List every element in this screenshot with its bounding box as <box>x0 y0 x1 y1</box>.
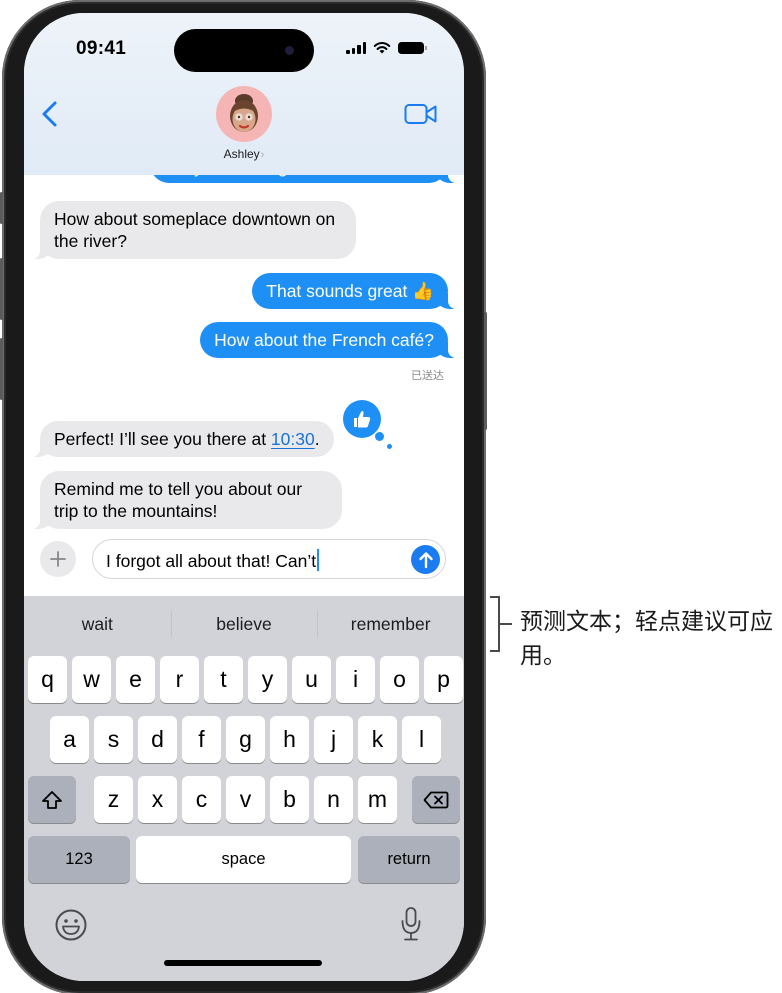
send-button[interactable] <box>411 545 440 574</box>
key-n[interactable]: n <box>314 776 353 823</box>
contact-name-label: Ashley <box>223 147 260 161</box>
status-time: 09:41 <box>76 38 127 59</box>
shift-icon <box>42 790 62 809</box>
delete-icon <box>423 791 449 808</box>
message-list[interactable]: are you thinking? How about someplace do… <box>24 145 464 603</box>
arrow-up-icon <box>418 551 433 568</box>
status-icons <box>346 41 427 54</box>
key-m[interactable]: m <box>358 776 397 823</box>
callout-leader-line <box>500 623 512 625</box>
tapback-tail-large <box>375 432 384 441</box>
action-button <box>0 192 3 224</box>
video-call-button[interactable] <box>404 103 438 125</box>
key-e[interactable]: e <box>116 656 155 703</box>
key-z[interactable]: z <box>94 776 133 823</box>
key-j[interactable]: j <box>314 716 353 763</box>
key-f[interactable]: f <box>182 716 221 763</box>
battery-icon <box>398 41 427 54</box>
space-key[interactable]: space <box>136 836 351 883</box>
text-cursor <box>317 549 320 571</box>
key-o[interactable]: o <box>380 656 419 703</box>
contact-name[interactable]: Ashley› <box>24 147 464 161</box>
wifi-icon <box>373 42 391 54</box>
shift-key[interactable] <box>28 776 76 823</box>
message-bubble-incoming: Remind me to tell you about our trip to … <box>28 471 342 529</box>
callout-bracket <box>490 596 500 652</box>
chevron-right-icon: › <box>260 149 265 161</box>
key-r[interactable]: r <box>160 656 199 703</box>
conversation-header: 09:41 Ashley› <box>24 13 464 175</box>
emoji-button[interactable] <box>54 908 88 942</box>
message-text-after-link: . <box>314 429 320 449</box>
message-input-value: I forgot all about that! Can’t <box>106 549 320 572</box>
key-g[interactable]: g <box>226 716 265 763</box>
message-bubble-incoming: Perfect! I’ll see you there at 10:30. <box>28 421 334 457</box>
key-k[interactable]: k <box>358 716 397 763</box>
side-button <box>484 312 487 430</box>
key-t[interactable]: t <box>204 656 243 703</box>
message-input[interactable]: I forgot all about that! Can’t <box>92 539 446 579</box>
dictation-button[interactable] <box>400 904 422 944</box>
front-camera <box>285 46 294 55</box>
key-b[interactable]: b <box>270 776 309 823</box>
callout-text: 预测文本；轻点建议可应用。 <box>520 609 773 669</box>
dynamic-island <box>174 29 314 72</box>
time-link[interactable]: 10:30 <box>271 429 315 449</box>
return-key[interactable]: return <box>358 836 460 883</box>
key-u[interactable]: u <box>292 656 331 703</box>
message-bubble-outgoing: How about the French café? <box>200 322 460 358</box>
memoji-icon <box>230 94 258 132</box>
volume-down-button <box>0 338 3 400</box>
back-button[interactable] <box>38 99 62 129</box>
message-text: Remind me to tell you about our trip to … <box>54 479 303 521</box>
key-a[interactable]: a <box>50 716 89 763</box>
predictive-text-bar: wait believe remember <box>24 604 464 644</box>
key-c[interactable]: c <box>182 776 221 823</box>
phone-screen: are you thinking? How about someplace do… <box>24 13 464 981</box>
message-text-before-link: Perfect! I’ll see you there at <box>54 429 271 449</box>
message-bubble-outgoing: That sounds great 👍 <box>252 273 460 309</box>
volume-up-button <box>0 258 3 320</box>
message-text: How about the French café? <box>214 330 434 350</box>
message-text: How about someplace downtown on the rive… <box>54 209 336 251</box>
tapback-thumbs-up[interactable] <box>343 400 392 449</box>
input-text: I forgot all about that! Can’t <box>106 551 317 571</box>
plus-icon <box>50 551 66 567</box>
numbers-key[interactable]: 123 <box>28 836 130 883</box>
key-i[interactable]: i <box>336 656 375 703</box>
key-p[interactable]: p <box>424 656 463 703</box>
prediction-suggestion[interactable]: believe <box>170 604 318 644</box>
contact-avatar[interactable] <box>216 86 272 142</box>
key-s[interactable]: s <box>94 716 133 763</box>
tapback-tail-small <box>387 444 392 449</box>
key-y[interactable]: y <box>248 656 287 703</box>
message-bubble-incoming: How about someplace downtown on the rive… <box>28 201 356 259</box>
home-indicator[interactable] <box>164 960 322 966</box>
key-x[interactable]: x <box>138 776 177 823</box>
key-w[interactable]: w <box>72 656 111 703</box>
prediction-suggestion[interactable]: remember <box>317 604 464 644</box>
key-h[interactable]: h <box>270 716 309 763</box>
cellular-signal-icon <box>346 41 366 54</box>
key-d[interactable]: d <box>138 716 177 763</box>
delivery-status: 已送达 <box>411 370 444 382</box>
add-attachment-button[interactable] <box>40 541 76 577</box>
prediction-suggestion[interactable]: wait <box>24 604 171 644</box>
keyboard: wait believe remember qwertyuiop asdfghj… <box>24 596 464 981</box>
key-v[interactable]: v <box>226 776 265 823</box>
thumbs-up-icon <box>354 411 371 428</box>
delete-key[interactable] <box>412 776 460 823</box>
message-text: That sounds great 👍 <box>266 281 434 301</box>
key-q[interactable]: q <box>28 656 67 703</box>
key-l[interactable]: l <box>402 716 441 763</box>
